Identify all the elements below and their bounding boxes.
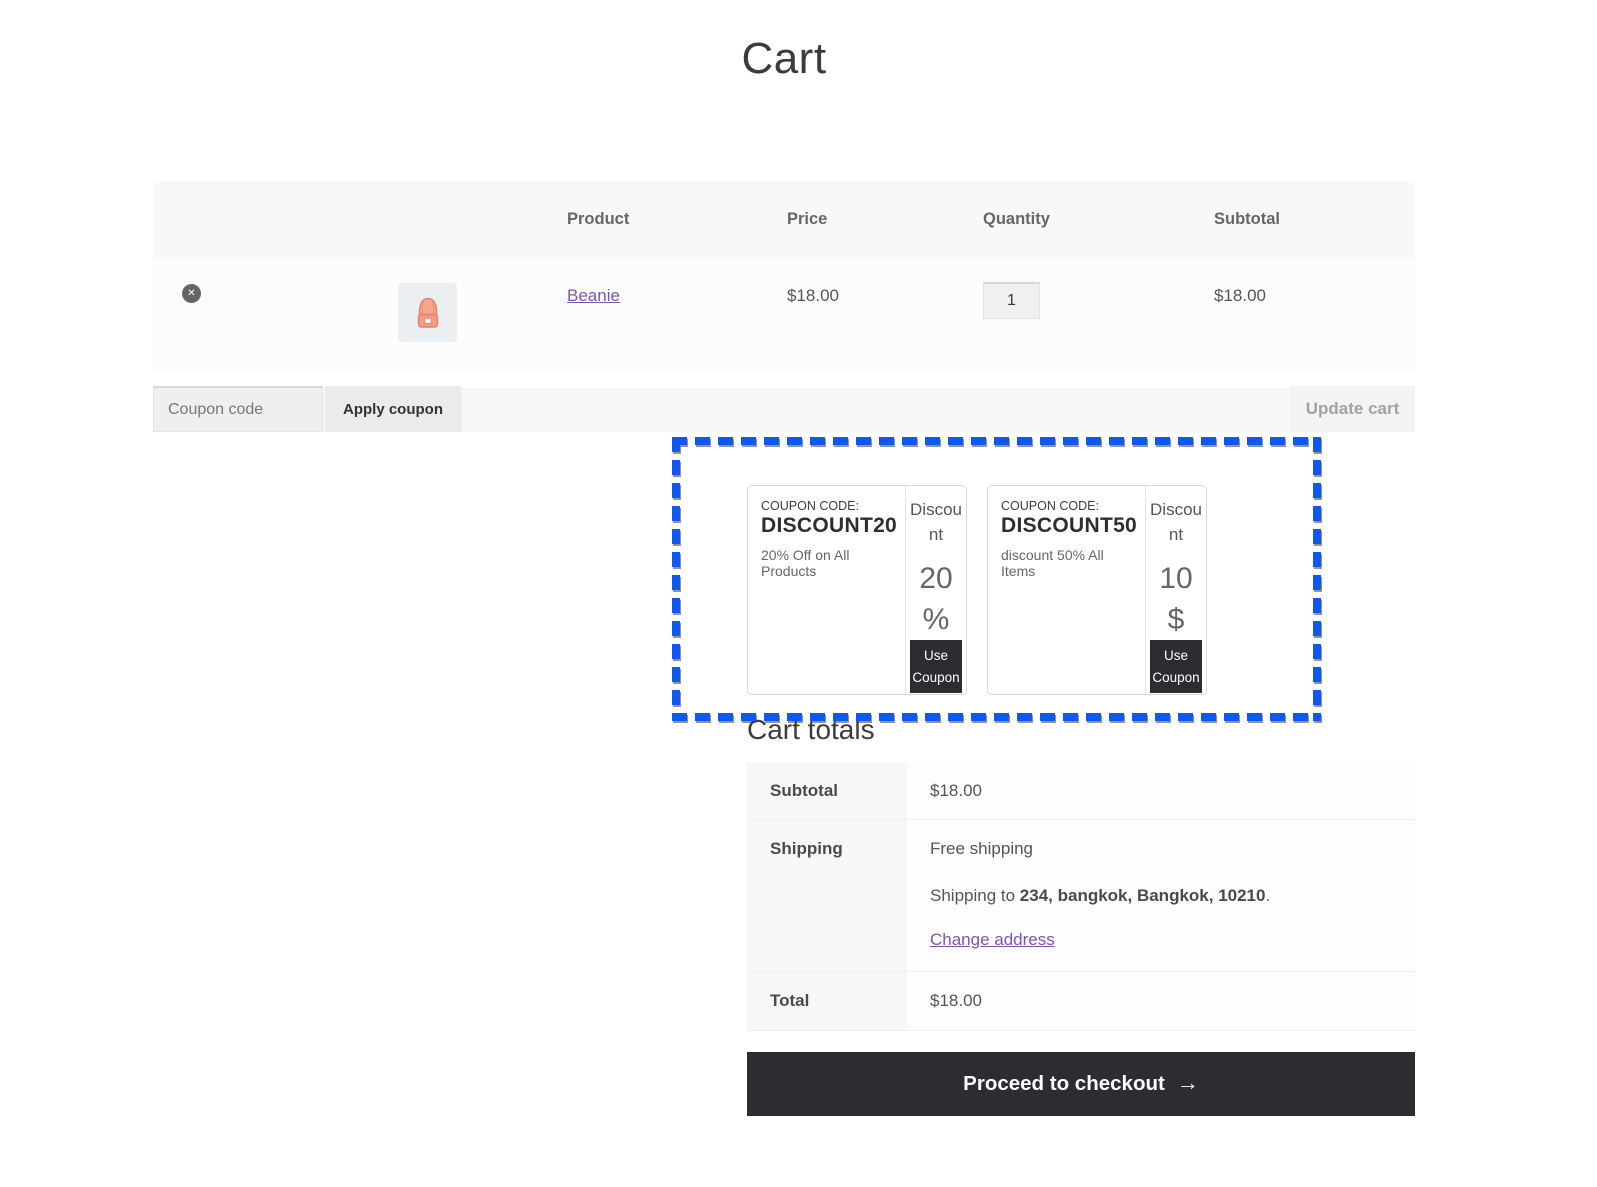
coupon-discount-panel: Discount 20 % Use Coupon (905, 486, 966, 694)
column-header-product: Product (567, 210, 630, 228)
cart-totals-table: Subtotal $18.00 Shipping Free shipping S… (747, 762, 1415, 1031)
coupon-info: COUPON CODE: DISCOUNT20 20% Off on All P… (748, 486, 905, 694)
coupon-discount-panel: Discount 10 $ Use Coupon (1145, 486, 1206, 694)
checkout-button-label: Proceed to checkout (963, 1072, 1165, 1095)
coupon-description: discount 50% All Items (1001, 547, 1104, 579)
annotation-dash-right (1313, 437, 1321, 721)
total-value: $18.00 (907, 972, 1415, 1030)
use-coupon-button[interactable]: Use Coupon (910, 640, 962, 694)
page-content: Cart Product Price Quantity Subtotal ✕ B… (153, 0, 1415, 432)
page-title: Cart (741, 34, 827, 83)
update-cart-button[interactable]: Update cart (1290, 386, 1415, 432)
annotation-dash-top (672, 437, 1321, 445)
cart-totals-heading: Cart totals (747, 714, 875, 745)
cart-table-header: Product Price Quantity Subtotal (153, 181, 1415, 258)
column-header-quantity: Quantity (983, 210, 1050, 228)
arrow-right-icon: → (1176, 1070, 1199, 1095)
coupon-code: DISCOUNT20 (761, 514, 898, 537)
shipping-value: Free shipping Shipping to 234, bangkok, … (907, 820, 1415, 971)
column-header-subtotal: Subtotal (1214, 210, 1280, 228)
apply-coupon-button[interactable]: Apply coupon (325, 386, 461, 432)
coupon-cards-area: COUPON CODE: DISCOUNT20 20% Off on All P… (747, 485, 1207, 695)
total-row: Total $18.00 (747, 972, 1415, 1030)
coupon-card-discount50: COUPON CODE: DISCOUNT50 discount 50% All… (987, 485, 1207, 695)
discount-label: Discount (1150, 500, 1202, 544)
coupon-description: 20% Off on All Products (761, 547, 850, 579)
subtotal-label: Subtotal (747, 762, 907, 819)
beanie-image (417, 297, 438, 328)
shipping-row: Shipping Free shipping Shipping to 234, … (747, 820, 1415, 972)
column-header-price: Price (787, 210, 828, 228)
cart-table: Product Price Quantity Subtotal ✕ Beanie… (153, 181, 1415, 432)
product-name-link[interactable]: Beanie (567, 286, 620, 306)
change-address-link[interactable]: Change address (930, 930, 1055, 950)
annotation-dash-left (672, 437, 680, 721)
cart-actions-bar: Apply coupon Update cart (153, 386, 1415, 432)
shipping-label: Shipping (747, 820, 907, 971)
shipping-address: 234, bangkok, Bangkok, 10210 (1019, 886, 1266, 905)
quantity-input[interactable] (983, 282, 1040, 319)
use-coupon-button[interactable]: Use Coupon (1150, 640, 1202, 694)
shipping-to-text: Shipping to (930, 886, 1020, 905)
item-price: $18.00 (787, 286, 839, 305)
proceed-to-checkout-button[interactable]: Proceed to checkout → (747, 1052, 1415, 1116)
coupon-code-input[interactable] (153, 386, 323, 432)
subtotal-value: $18.00 (907, 762, 1415, 819)
remove-item-icon[interactable]: ✕ (182, 284, 201, 303)
subtotal-row: Subtotal $18.00 (747, 762, 1415, 820)
coupon-code: DISCOUNT50 (1001, 514, 1138, 537)
shipping-destination: Shipping to 234, bangkok, Bangkok, 10210… (930, 886, 1405, 906)
shipping-to-period: . (1265, 886, 1271, 905)
coupon-info: COUPON CODE: DISCOUNT50 discount 50% All… (988, 486, 1145, 694)
coupon-code-label: COUPON CODE: (761, 499, 859, 513)
discount-value: 10 $ (1159, 562, 1193, 636)
discount-label: Discount (910, 500, 962, 544)
coupon-code-label: COUPON CODE: (1001, 499, 1099, 513)
coupon-card-discount20: COUPON CODE: DISCOUNT20 20% Off on All P… (747, 485, 967, 695)
discount-value: 20 % (919, 562, 953, 636)
cart-totals-section: Cart totals Subtotal $18.00 Shipping Fre… (747, 714, 1415, 1116)
total-label: Total (747, 972, 907, 1030)
shipping-method: Free shipping (930, 839, 1034, 858)
item-subtotal: $18.00 (1214, 286, 1266, 305)
cart-item-row: ✕ Beanie $18.00 $18.00 (153, 258, 1415, 373)
product-thumbnail[interactable] (398, 283, 457, 342)
